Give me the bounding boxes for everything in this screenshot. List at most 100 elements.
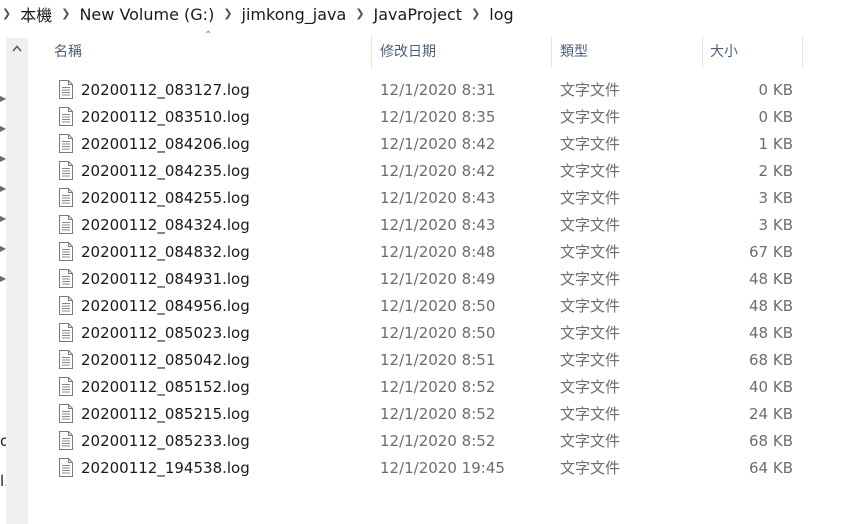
file-name[interactable]: 20200112_084324.log — [81, 211, 250, 238]
file-row[interactable]: 20200112_083127.log 12/1/2020 8:31 文字文件 … — [30, 76, 862, 103]
file-row[interactable]: 20200112_085152.log 12/1/2020 8:52 文字文件 … — [30, 373, 862, 400]
chevron-right-icon[interactable]: ❯ — [2, 7, 11, 20]
file-name[interactable]: 20200112_083510.log — [81, 103, 250, 130]
file-type: 文字文件 — [560, 459, 621, 477]
file-size: 40 KB — [749, 377, 793, 396]
file-row[interactable]: 20200112_084255.log 12/1/2020 8:43 文字文件 … — [30, 184, 862, 211]
file-size: 67 KB — [749, 242, 793, 261]
file-row[interactable]: 20200112_194538.log 12/1/2020 19:45 文字文件… — [30, 454, 862, 481]
breadcrumb-item-javaproject[interactable]: JavaProject — [374, 5, 463, 24]
file-size: 68 KB — [749, 431, 793, 450]
file-name[interactable]: 20200112_085042.log — [81, 346, 250, 373]
file-size: 48 KB — [749, 323, 793, 342]
chevron-right-icon[interactable]: ❯ — [355, 7, 364, 20]
file-type: 文字文件 — [560, 243, 621, 261]
text-document-icon — [59, 404, 73, 423]
file-name[interactable]: 20200112_084931.log — [81, 265, 250, 292]
file-row[interactable]: 20200112_085215.log 12/1/2020 8:52 文字文件 … — [30, 400, 862, 427]
breadcrumb-item-jimkong-java[interactable]: jimkong_java — [242, 5, 347, 24]
file-type: 文字文件 — [560, 324, 621, 342]
text-document-icon — [59, 296, 73, 315]
file-date-modified: 12/1/2020 8:42 — [380, 134, 496, 153]
text-document-icon — [59, 80, 73, 99]
file-type: 文字文件 — [560, 135, 621, 153]
file-row[interactable]: 20200112_085233.log 12/1/2020 8:52 文字文件 … — [30, 427, 862, 454]
file-size: 3 KB — [758, 215, 793, 234]
file-row[interactable]: 20200112_084832.log 12/1/2020 8:48 文字文件 … — [30, 238, 862, 265]
file-row[interactable]: 20200112_084956.log 12/1/2020 8:50 文字文件 … — [30, 292, 862, 319]
file-size: 24 KB — [749, 404, 793, 423]
file-row[interactable]: 20200112_084206.log 12/1/2020 8:42 文字文件 … — [30, 130, 862, 157]
scroll-up-arrow-icon[interactable] — [6, 38, 28, 58]
file-date-modified: 12/1/2020 8:50 — [380, 323, 496, 342]
column-header-type-label: 類型 — [560, 44, 588, 60]
file-date-modified: 12/1/2020 8:49 — [380, 269, 496, 288]
chevron-right-icon[interactable]: ❯ — [471, 7, 480, 20]
file-type: 文字文件 — [560, 432, 621, 450]
file-row[interactable]: 20200112_083510.log 12/1/2020 8:35 文字文件 … — [30, 103, 862, 130]
file-name[interactable]: 20200112_085023.log — [81, 319, 250, 346]
address-bar[interactable]: ❯ 本機 ❯ New Volume (G:) ❯ jimkong_java ❯ … — [0, 0, 862, 29]
column-header-name-label: 名稱 — [54, 44, 82, 60]
chevron-right-icon[interactable]: ❯ — [223, 7, 232, 20]
file-date-modified: 12/1/2020 8:51 — [380, 350, 496, 369]
breadcrumb-item-drive[interactable]: New Volume (G:) — [79, 5, 214, 24]
column-header-size[interactable]: 大小 — [710, 28, 800, 74]
file-name[interactable]: 20200112_085215.log — [81, 400, 250, 427]
file-date-modified: 12/1/2020 8:52 — [380, 404, 496, 423]
column-header-size-label: 大小 — [710, 44, 738, 60]
file-date-modified: 12/1/2020 8:35 — [380, 107, 496, 126]
chevron-right-icon[interactable]: ❯ — [61, 7, 70, 20]
file-name[interactable]: 20200112_084832.log — [81, 238, 250, 265]
file-date-modified: 12/1/2020 8:48 — [380, 242, 496, 261]
column-headers: ⌃ 名稱 修改日期 類型 大小 — [30, 28, 862, 74]
file-row[interactable]: 20200112_084931.log 12/1/2020 8:49 文字文件 … — [30, 265, 862, 292]
breadcrumb: ❯ 本機 ❯ New Volume (G:) ❯ jimkong_java ❯ … — [0, 0, 514, 28]
nav-scrollbar-thumb[interactable] — [9, 60, 23, 524]
text-document-icon — [59, 161, 73, 180]
text-document-icon — [59, 107, 73, 126]
column-header-date[interactable]: 修改日期 — [380, 28, 550, 74]
column-divider[interactable] — [551, 36, 552, 68]
column-divider[interactable] — [802, 36, 803, 68]
file-type: 文字文件 — [560, 216, 621, 234]
text-document-icon — [59, 269, 73, 288]
text-document-icon — [59, 134, 73, 153]
file-size: 3 KB — [758, 188, 793, 207]
file-type: 文字文件 — [560, 162, 621, 180]
file-date-modified: 12/1/2020 8:31 — [380, 80, 496, 99]
file-name[interactable]: 20200112_194538.log — [81, 454, 250, 481]
file-row[interactable]: 20200112_085023.log 12/1/2020 8:50 文字文件 … — [30, 319, 862, 346]
file-size: 48 KB — [749, 269, 793, 288]
file-row[interactable]: 20200112_084324.log 12/1/2020 8:43 文字文件 … — [30, 211, 862, 238]
column-header-name[interactable]: 名稱 — [54, 28, 370, 74]
file-date-modified: 12/1/2020 8:52 — [380, 377, 496, 396]
breadcrumb-item-log[interactable]: log — [489, 5, 513, 24]
file-name[interactable]: 20200112_084956.log — [81, 292, 250, 319]
file-size: 1 KB — [758, 134, 793, 153]
file-explorer-window: ❯ 本機 ❯ New Volume (G:) ❯ jimkong_java ❯ … — [0, 0, 862, 524]
file-type: 文字文件 — [560, 81, 621, 99]
file-size: 0 KB — [758, 80, 793, 99]
column-divider[interactable] — [702, 36, 703, 68]
file-name[interactable]: 20200112_083127.log — [81, 76, 250, 103]
file-row[interactable]: 20200112_084235.log 12/1/2020 8:42 文字文件 … — [30, 157, 862, 184]
file-name[interactable]: 20200112_085233.log — [81, 427, 250, 454]
column-divider[interactable] — [371, 36, 372, 68]
file-name[interactable]: 20200112_084235.log — [81, 157, 250, 184]
file-date-modified: 12/1/2020 19:45 — [380, 458, 505, 477]
text-document-icon — [59, 350, 73, 369]
file-date-modified: 12/1/2020 8:50 — [380, 296, 496, 315]
file-name[interactable]: 20200112_084206.log — [81, 130, 250, 157]
nav-scrollbar[interactable] — [6, 38, 28, 524]
file-name[interactable]: 20200112_085152.log — [81, 373, 250, 400]
file-date-modified: 12/1/2020 8:42 — [380, 161, 496, 180]
column-header-type[interactable]: 類型 — [560, 28, 700, 74]
file-name[interactable]: 20200112_084255.log — [81, 184, 250, 211]
text-document-icon — [59, 188, 73, 207]
file-row[interactable]: 20200112_085042.log 12/1/2020 8:51 文字文件 … — [30, 346, 862, 373]
text-document-icon — [59, 431, 73, 450]
breadcrumb-item-this-pc[interactable]: 本機 — [20, 2, 52, 26]
file-type: 文字文件 — [560, 297, 621, 315]
file-type: 文字文件 — [560, 351, 621, 369]
